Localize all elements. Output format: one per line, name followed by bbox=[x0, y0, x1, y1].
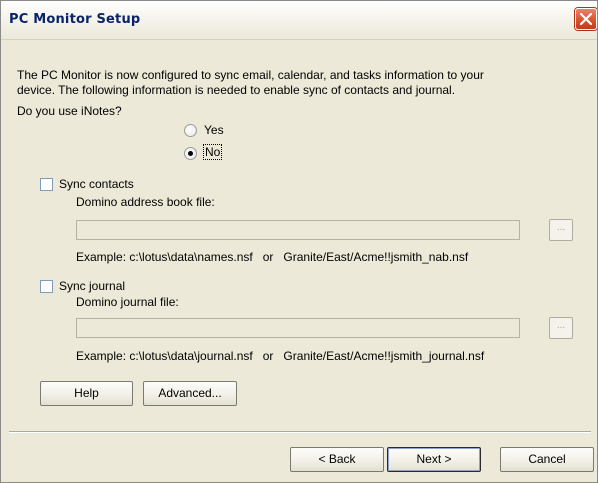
inotes-no-radio[interactable] bbox=[184, 147, 197, 160]
journal-example: Example: c:\lotus\data\journal.nsf or Gr… bbox=[76, 349, 485, 363]
footer-separator bbox=[9, 431, 591, 433]
journal-file-input[interactable] bbox=[76, 318, 520, 338]
sync-contacts-checkbox[interactable] bbox=[40, 178, 53, 191]
cancel-button[interactable]: Cancel bbox=[500, 447, 594, 472]
back-button[interactable]: < Back bbox=[290, 447, 384, 472]
address-book-browse-button[interactable]: ... bbox=[549, 219, 573, 241]
inotes-no-label[interactable]: No bbox=[202, 144, 223, 160]
intro-text-line-2: device. The following information is nee… bbox=[17, 83, 456, 97]
journal-file-label: Domino journal file: bbox=[76, 295, 179, 309]
inotes-question: Do you use iNotes? bbox=[17, 104, 122, 118]
sync-journal-checkbox[interactable] bbox=[40, 280, 53, 293]
radio-selected-dot bbox=[188, 151, 193, 156]
address-book-example: Example: c:\lotus\data\names.nsf or Gran… bbox=[76, 250, 469, 264]
address-book-file-input[interactable] bbox=[76, 220, 520, 240]
close-icon bbox=[580, 13, 592, 25]
help-button[interactable]: Help bbox=[40, 381, 133, 406]
close-button[interactable] bbox=[575, 8, 597, 30]
window-title: PC Monitor Setup bbox=[9, 12, 141, 27]
inotes-yes-radio[interactable] bbox=[184, 124, 197, 137]
address-book-file-label: Domino address book file: bbox=[76, 195, 215, 209]
journal-browse-button[interactable]: ... bbox=[549, 317, 573, 339]
title-bar: PC Monitor Setup bbox=[1, 1, 597, 40]
pc-monitor-setup-dialog: PC Monitor Setup The PC Monitor is now c… bbox=[0, 0, 598, 483]
inotes-yes-label[interactable]: Yes bbox=[204, 123, 224, 137]
sync-contacts-label[interactable]: Sync contacts bbox=[59, 177, 134, 191]
next-button[interactable]: Next > bbox=[387, 447, 481, 472]
sync-journal-label[interactable]: Sync journal bbox=[59, 279, 125, 293]
advanced-button[interactable]: Advanced... bbox=[143, 381, 237, 406]
intro-text-line-1: The PC Monitor is now configured to sync… bbox=[17, 68, 484, 82]
